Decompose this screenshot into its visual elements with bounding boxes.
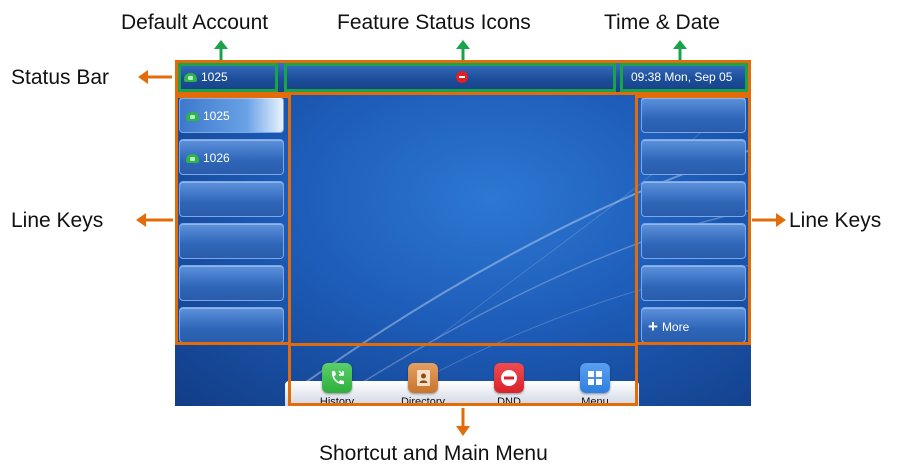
status-bar-arrow (138, 70, 172, 84)
line-key-1[interactable]: 1025 (179, 97, 284, 133)
default-account-arrow (214, 40, 228, 60)
line-key-label: 1025 (203, 109, 230, 123)
line-keys-left-arrow (136, 213, 173, 227)
line-key-2[interactable]: 1026 (179, 139, 284, 175)
line-keys-right-callout: Line Keys (789, 209, 882, 232)
directory-icon (408, 363, 438, 393)
time-date-arrow (673, 40, 687, 60)
line-key-8[interactable] (641, 139, 746, 175)
history-icon (322, 363, 352, 393)
menu-grid-icon (580, 363, 610, 393)
more-key[interactable]: + More (641, 307, 746, 343)
feature-status-icons-callout: Feature Status Icons (337, 11, 531, 34)
default-account-callout: Default Account (121, 11, 269, 34)
line-key-7[interactable] (641, 97, 746, 133)
status-bar-callout: Status Bar (11, 66, 110, 89)
dnd-icon (494, 363, 524, 393)
line-key-5[interactable] (179, 265, 284, 301)
handset-icon (186, 112, 199, 122)
dnd-label: DND (497, 396, 521, 406)
history-label: History (319, 396, 355, 406)
shortcut-dock: History Directory DND Menu (285, 363, 639, 406)
feature-status-arrow (456, 40, 470, 60)
line-keys-left-callout: Line Keys (11, 209, 104, 232)
directory-label: Directory (400, 396, 445, 406)
line-key-10[interactable] (641, 223, 746, 259)
shortcut-main-menu-callout: Shortcut and Main Menu (319, 442, 548, 465)
line-key-9[interactable] (641, 181, 746, 217)
dnd-shortcut[interactable]: DND (474, 363, 544, 406)
plus-icon: + (648, 317, 658, 336)
line-key-4[interactable] (179, 223, 284, 259)
status-bar: 1025 09:38 Mon, Sep 05 (175, 60, 751, 94)
shortcut-arrow (456, 408, 470, 436)
default-account[interactable]: 1025 (184, 70, 228, 84)
line-keys-right-arrow (752, 213, 786, 227)
default-account-label: 1025 (201, 70, 228, 84)
line-key-label: 1026 (203, 151, 230, 165)
handset-icon (186, 154, 199, 164)
line-key-3[interactable] (179, 181, 284, 217)
phone-screen: 1025 09:38 Mon, Sep 05 1025 1026 + More H… (175, 60, 751, 406)
directory-shortcut[interactable]: Directory (388, 363, 458, 406)
datetime: 09:38 Mon, Sep 05 (631, 70, 733, 84)
history-shortcut[interactable]: History (302, 363, 372, 406)
more-label: More (661, 320, 690, 334)
handset-icon (184, 73, 197, 83)
time-date-callout: Time & Date (604, 11, 720, 34)
menu-label: Menu (581, 396, 609, 406)
line-key-6[interactable] (179, 307, 284, 343)
dnd-status-icon (456, 71, 468, 83)
line-key-11[interactable] (641, 265, 746, 301)
menu-shortcut[interactable]: Menu (560, 363, 630, 406)
